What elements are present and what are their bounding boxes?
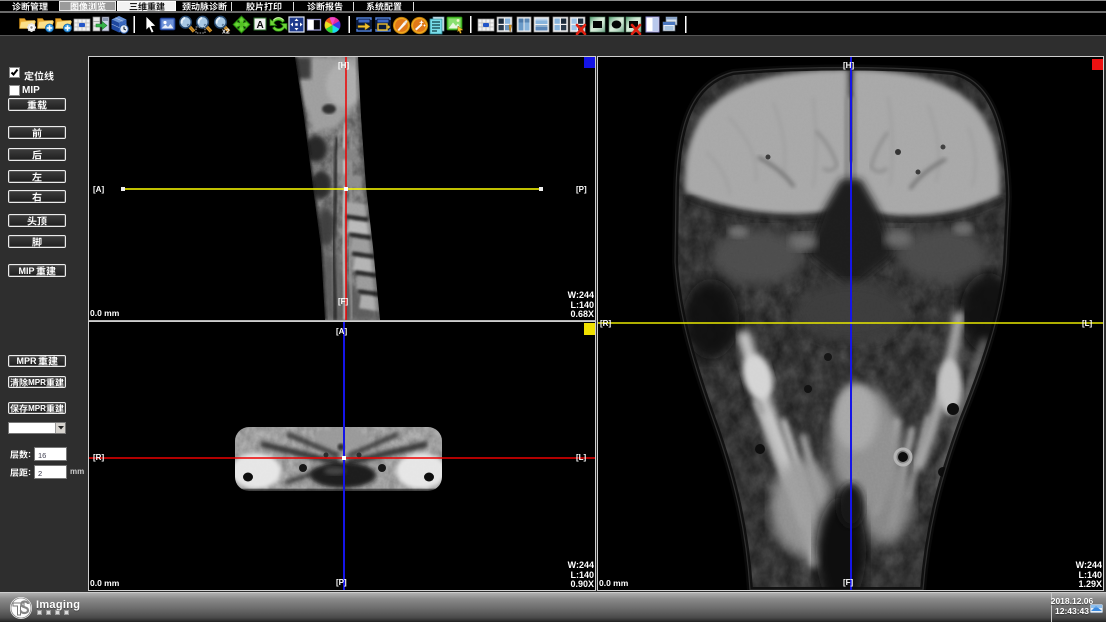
svg-text:A: A bbox=[257, 20, 264, 31]
